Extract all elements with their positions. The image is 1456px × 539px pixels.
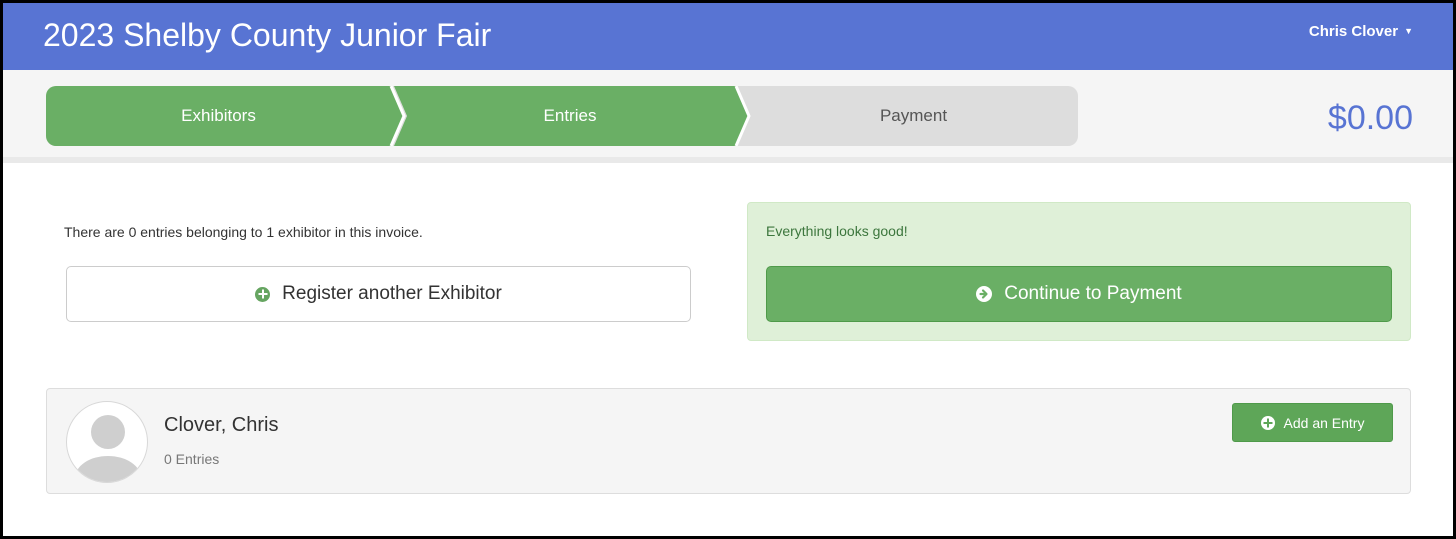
register-exhibitor-label: Register another Exhibitor: [282, 283, 502, 304]
continue-to-payment-label: Continue to Payment: [1004, 283, 1182, 304]
exhibitor-name: Clover, Chris: [164, 414, 279, 436]
step-exhibitors[interactable]: Exhibitors: [46, 86, 391, 146]
exhibitor-entry-count: 0 Entries: [164, 451, 220, 467]
user-menu-toggle[interactable]: Chris Clover ▼: [1309, 23, 1413, 40]
register-exhibitor-button[interactable]: Register another Exhibitor: [66, 266, 691, 322]
steps-band: Exhibitors Entries Payment $0.00: [3, 70, 1453, 163]
invoice-total: $0.00: [1327, 99, 1413, 137]
app-frame: 2023 Shelby County Junior Fair Chris Clo…: [0, 0, 1456, 539]
add-entry-button[interactable]: Add an Entry: [1232, 403, 1393, 442]
plus-circle-icon: [1260, 415, 1275, 430]
page-title: 2023 Shelby County Junior Fair: [43, 17, 492, 53]
navbar: 2023 Shelby County Junior Fair Chris Clo…: [3, 3, 1453, 70]
caret-down-icon: ▼: [1404, 26, 1413, 36]
invoice-summary-text: There are 0 entries belonging to 1 exhib…: [64, 224, 423, 240]
user-name: Chris Clover: [1308, 23, 1399, 40]
step-payment[interactable]: Payment: [749, 86, 1078, 146]
exhibitor-card: Clover, Chris 0 Entries Add an Entry: [46, 388, 1411, 494]
step-entries[interactable]: Entries: [404, 86, 736, 146]
status-alert: Everything looks good! Continue to Payme…: [747, 202, 1411, 341]
add-entry-label: Add an Entry: [1283, 414, 1365, 431]
status-message: Everything looks good!: [766, 223, 908, 239]
progress-steps: Exhibitors Entries Payment: [46, 86, 1078, 146]
arrow-circle-right-icon: [976, 286, 993, 302]
continue-to-payment-button[interactable]: Continue to Payment: [766, 266, 1392, 322]
user-avatar-icon: [66, 401, 148, 483]
plus-circle-icon: [255, 286, 271, 302]
